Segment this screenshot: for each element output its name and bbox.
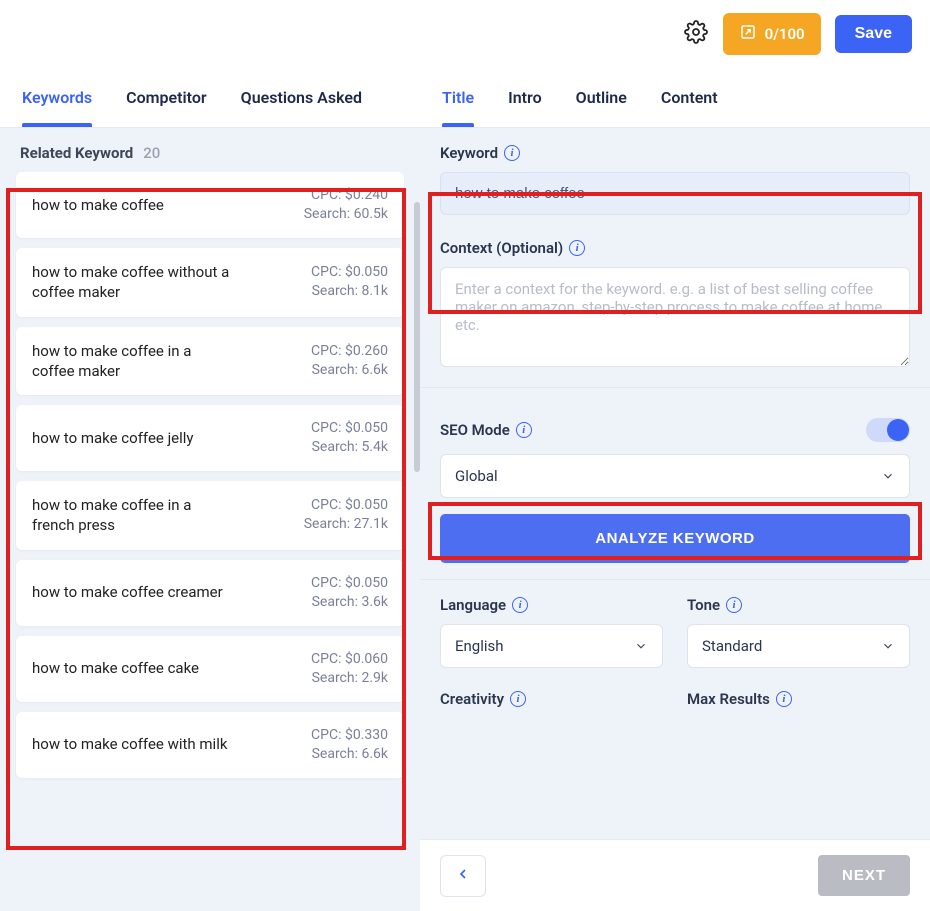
tone-select[interactable]: Standard: [687, 624, 910, 668]
chevron-down-icon: [881, 639, 895, 653]
language-value: English: [455, 637, 504, 655]
save-button[interactable]: Save: [835, 15, 912, 53]
language-select[interactable]: English: [440, 624, 663, 668]
left-scroll[interactable]: Related Keyword 20 how to make coffee CPC…: [0, 128, 420, 911]
tab-title[interactable]: Title: [442, 68, 474, 127]
keyword-stats: CPC: $0.050Search: 5.4k: [311, 419, 388, 457]
keyword-term: how to make coffee cake: [32, 658, 199, 678]
settings-button[interactable]: [683, 21, 709, 47]
keyword-term: how to make coffee: [32, 195, 164, 215]
keyword-stats: CPC: $0.050Search: 3.6k: [311, 574, 388, 612]
related-keyword-title: Related Keyword: [20, 144, 133, 162]
info-icon[interactable]: i: [776, 691, 792, 707]
keyword-card[interactable]: how to make coffee in a french press CPC:…: [16, 481, 404, 550]
keyword-cpc: CPC: $0.050: [311, 263, 388, 282]
keyword-search-volume: Search: 6.6k: [311, 361, 388, 380]
info-icon[interactable]: i: [512, 597, 528, 613]
keyword-stats: CPC: $0.260Search: 6.6k: [311, 342, 388, 380]
keyword-search-volume: Search: 6.6k: [311, 745, 388, 764]
left-tabs: Keywords Competitor Questions Asked: [0, 68, 420, 128]
keyword-search-volume: Search: 27.1k: [304, 515, 388, 534]
top-bar: 0/100 Save: [0, 0, 930, 68]
keyword-stats: CPC: $0.330Search: 6.6k: [311, 726, 388, 764]
keyword-term: how to make coffee jelly: [32, 428, 194, 448]
keyword-card[interactable]: how to make coffee without a coffee make…: [16, 248, 404, 317]
keyword-search-volume: Search: 3.6k: [311, 593, 388, 612]
back-button[interactable]: [440, 855, 486, 897]
keyword-cpc: CPC: $0.050: [311, 419, 388, 438]
toggle-knob: [887, 419, 909, 441]
context-label: Context (Optional) i: [440, 239, 910, 257]
keyword-cpc: CPC: $0.060: [311, 650, 388, 669]
keyword-term: how to make coffee with milk: [32, 734, 227, 754]
keyword-card[interactable]: how to make coffee with milk CPC: $0.330S…: [16, 712, 404, 778]
keyword-cpc: CPC: $0.050: [304, 496, 388, 515]
right-scroll[interactable]: Keyword i Context (Optional) i SEO Mode …: [420, 128, 930, 839]
keyword-card[interactable]: how to make coffee CPC: $0.240Search: 60.…: [16, 172, 404, 238]
keyword-cpc: CPC: $0.240: [304, 186, 388, 205]
keyword-stats: CPC: $0.050Search: 8.1k: [311, 263, 388, 301]
tab-intro[interactable]: Intro: [508, 68, 542, 127]
related-keyword-count: 20: [143, 144, 160, 162]
footer-bar: NEXT: [420, 839, 930, 911]
related-keyword-header: Related Keyword 20: [0, 128, 420, 172]
chevron-down-icon: [881, 469, 895, 483]
region-select[interactable]: Global: [440, 454, 910, 498]
keyword-input[interactable]: [440, 172, 910, 215]
info-icon[interactable]: i: [516, 422, 532, 438]
gear-icon: [684, 20, 708, 48]
right-panel: Title Intro Outline Content Keyword i Co…: [420, 68, 930, 911]
tab-questions-asked[interactable]: Questions Asked: [241, 68, 362, 127]
chevron-left-icon: [455, 866, 471, 886]
credits-text: 0/100: [765, 25, 805, 43]
tab-content[interactable]: Content: [661, 68, 718, 127]
keyword-search-volume: Search: 5.4k: [311, 438, 388, 457]
tab-keywords[interactable]: Keywords: [22, 68, 92, 127]
keyword-term: how to make coffee in a french press: [32, 495, 232, 536]
seo-mode-toggle[interactable]: [866, 418, 910, 442]
info-icon[interactable]: i: [504, 145, 520, 161]
tone-label: Tone i: [687, 596, 910, 614]
keyword-search-volume: Search: 60.5k: [304, 205, 388, 224]
region-value: Global: [455, 467, 498, 485]
tab-competitor[interactable]: Competitor: [126, 68, 207, 127]
language-label: Language i: [440, 596, 663, 614]
keyword-cpc: CPC: $0.050: [311, 574, 388, 593]
keyword-search-volume: Search: 8.1k: [311, 282, 388, 301]
info-icon[interactable]: i: [726, 597, 742, 613]
analyze-keyword-button[interactable]: ANALYZE KEYWORD: [440, 514, 910, 563]
left-panel: Keywords Competitor Questions Asked Rela…: [0, 68, 420, 911]
keyword-label: Keyword i: [440, 144, 910, 162]
keyword-stats: CPC: $0.240Search: 60.5k: [304, 186, 388, 224]
keyword-term: how to make coffee without a coffee make…: [32, 262, 232, 303]
export-icon: [739, 23, 757, 45]
tab-outline[interactable]: Outline: [576, 68, 627, 127]
keyword-cpc: CPC: $0.260: [311, 342, 388, 361]
keyword-card[interactable]: how to make coffee cake CPC: $0.060Search…: [16, 636, 404, 702]
context-input[interactable]: [440, 267, 910, 367]
keyword-card[interactable]: how to make coffee creamer CPC: $0.050Sea…: [16, 560, 404, 626]
keyword-list: how to make coffee CPC: $0.240Search: 60.…: [0, 172, 420, 798]
info-icon[interactable]: i: [510, 691, 526, 707]
keyword-search-volume: Search: 2.9k: [311, 669, 388, 688]
keyword-stats: CPC: $0.060Search: 2.9k: [311, 650, 388, 688]
keyword-term: how to make coffee in a coffee maker: [32, 341, 232, 382]
info-icon[interactable]: i: [569, 240, 585, 256]
keyword-card[interactable]: how to make coffee jelly CPC: $0.050Searc…: [16, 405, 404, 471]
credits-button[interactable]: 0/100: [723, 13, 821, 55]
right-tabs: Title Intro Outline Content: [420, 68, 930, 128]
chevron-down-icon: [634, 639, 648, 653]
keyword-term: how to make coffee creamer: [32, 582, 223, 602]
tone-value: Standard: [702, 637, 762, 655]
keyword-card[interactable]: how to make coffee in a coffee maker CPC:…: [16, 327, 404, 396]
max-results-label: Max Results i: [687, 690, 910, 708]
keyword-cpc: CPC: $0.330: [311, 726, 388, 745]
seo-mode-label: SEO Mode i: [440, 421, 532, 439]
next-button[interactable]: NEXT: [818, 855, 910, 896]
creativity-label: Creativity i: [440, 690, 663, 708]
keyword-stats: CPC: $0.050Search: 27.1k: [304, 496, 388, 534]
